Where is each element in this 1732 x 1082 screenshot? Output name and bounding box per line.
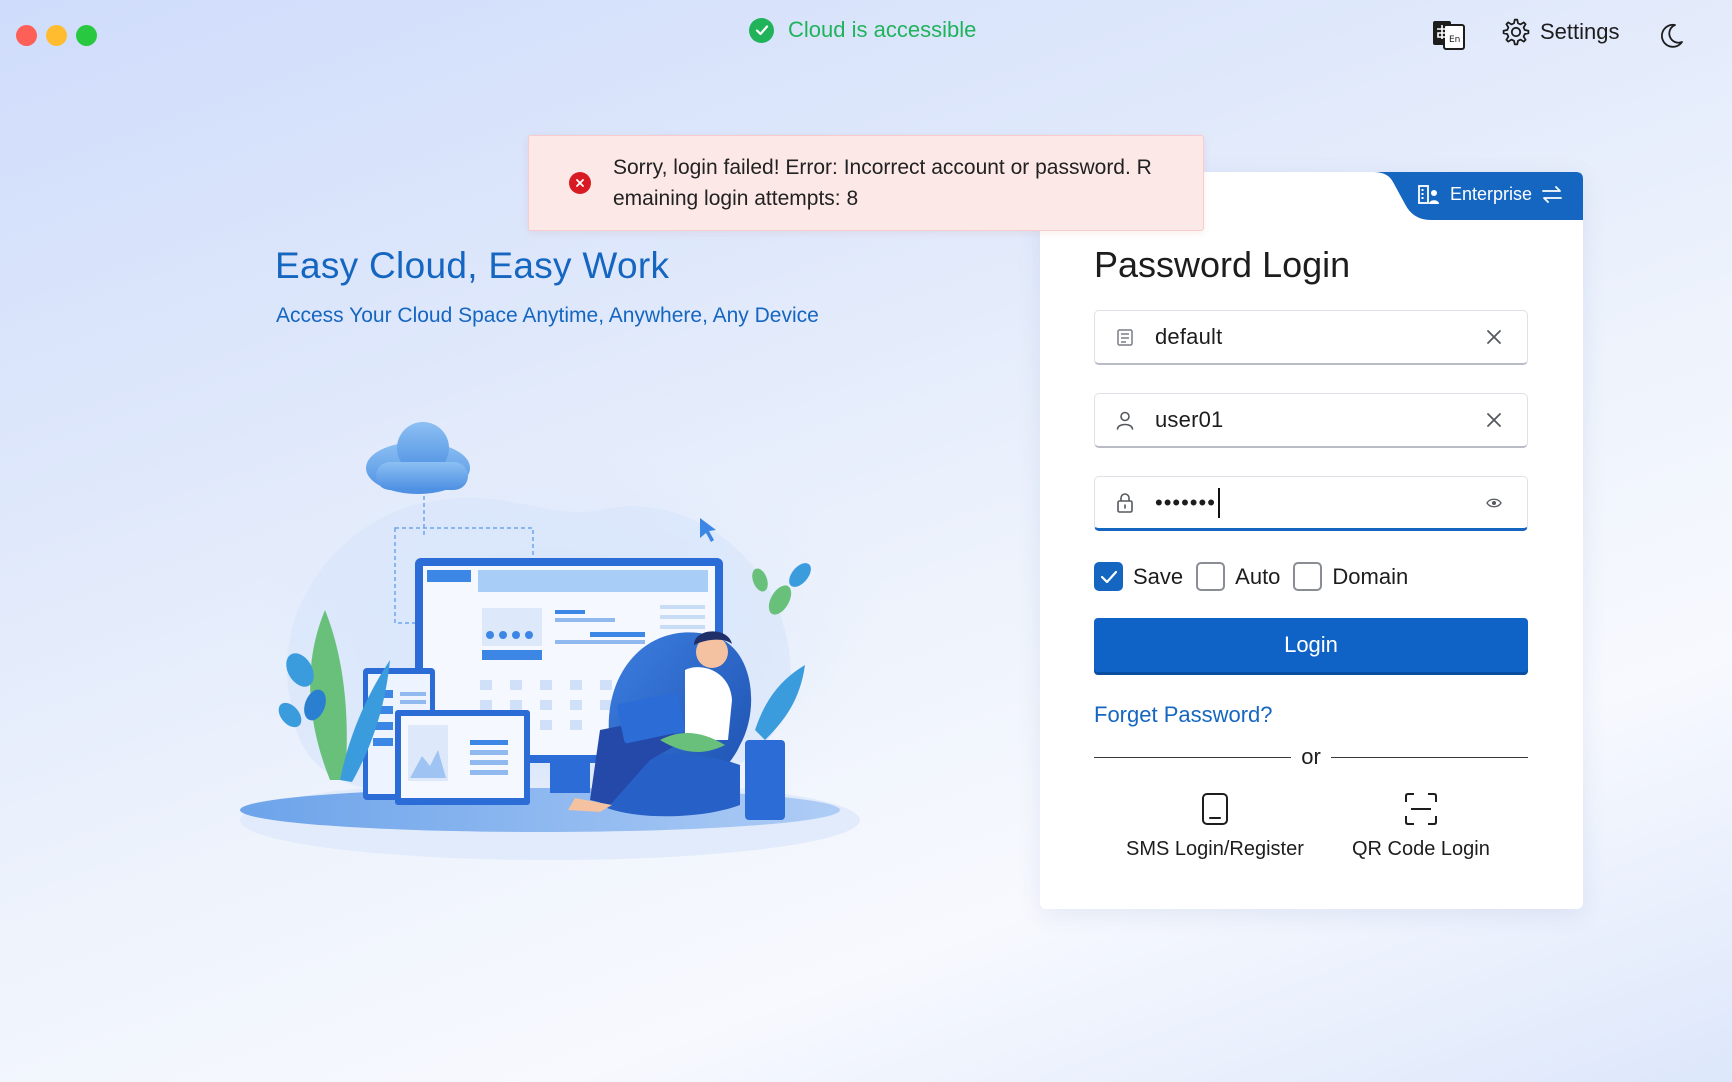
domain-checkbox-box[interactable] [1293, 562, 1323, 591]
domain-value: default [1155, 324, 1223, 349]
close-icon [1487, 413, 1501, 427]
eye-icon [1486, 498, 1502, 507]
maximize-window-button[interactable] [76, 25, 97, 46]
moon-icon [1661, 23, 1683, 48]
theme-toggle-button[interactable] [1656, 21, 1686, 51]
language-switch-button[interactable]: En [1432, 19, 1466, 51]
building-user-icon [1418, 184, 1439, 204]
forgot-password-link[interactable]: Forget Password? [1094, 702, 1273, 728]
login-button[interactable]: Login [1094, 618, 1528, 672]
window-controls [16, 25, 97, 46]
sms-login-label: SMS Login/Register [1126, 838, 1304, 860]
password-value: ••••••• [1155, 487, 1461, 518]
check-circle-icon [749, 17, 774, 43]
svg-text:En: En [1449, 35, 1460, 45]
text-caret [1217, 487, 1220, 518]
login-card: Enterprise Password Login default user01… [1040, 172, 1583, 909]
hero-title: Easy Cloud, Easy Work [275, 245, 670, 286]
qr-login-button[interactable]: QR Code Login [1352, 792, 1490, 861]
close-icon [1487, 330, 1501, 344]
or-divider: or [1094, 742, 1528, 772]
phone-icon [1201, 793, 1228, 825]
settings-button[interactable]: Settings [1502, 18, 1620, 46]
enterprise-label: Enterprise [1450, 184, 1533, 204]
save-checkbox[interactable]: Save [1094, 562, 1183, 591]
enterprise-mode-switch[interactable]: Enterprise [1373, 172, 1583, 220]
hero-subtitle: Access Your Cloud Space Anytime, Anywher… [276, 304, 819, 327]
reveal-password-button[interactable] [1461, 477, 1527, 528]
domain-label: Domain [1332, 563, 1409, 589]
qr-login-label: QR Code Login [1352, 838, 1490, 860]
server-icon [1095, 311, 1155, 363]
swap-arrows-icon [1542, 185, 1562, 203]
auto-label: Auto [1235, 563, 1281, 589]
minimize-window-button[interactable] [46, 25, 67, 46]
gear-icon [1502, 18, 1530, 46]
username-value: user01 [1155, 407, 1224, 432]
top-toolbar: En Settings [1432, 16, 1732, 56]
save-label: Save [1133, 563, 1184, 589]
qr-scan-icon [1404, 793, 1437, 825]
password-field[interactable]: ••••••• [1094, 476, 1528, 531]
error-message: Sorry, login failed! Error: Incorrect ac… [613, 156, 1152, 210]
save-checkbox-box[interactable] [1094, 562, 1123, 591]
or-text: or [1301, 744, 1321, 769]
settings-label: Settings [1540, 19, 1620, 44]
lock-icon [1095, 477, 1155, 528]
domain-field[interactable]: default [1094, 310, 1528, 365]
clear-username-button[interactable] [1461, 394, 1527, 446]
username-field[interactable]: user01 [1094, 393, 1528, 448]
hero-illustration [180, 400, 920, 870]
domain-checkbox[interactable]: Domain [1293, 562, 1408, 591]
auto-checkbox[interactable]: Auto [1196, 562, 1280, 591]
clear-domain-button[interactable] [1461, 311, 1527, 363]
card-title: Password Login [1094, 244, 1351, 285]
cloud-status: Cloud is accessible [749, 17, 976, 43]
user-icon [1095, 394, 1155, 446]
close-window-button[interactable] [16, 25, 37, 46]
auto-checkbox-box[interactable] [1196, 562, 1226, 591]
login-error-toast: Sorry, login failed! Error: Incorrect ac… [528, 135, 1204, 231]
password-mask: ••••••• [1155, 489, 1216, 515]
login-options: Save Auto Domain [1094, 562, 1421, 591]
language-switch-icon: En [1433, 21, 1465, 50]
error-circle-icon [569, 172, 591, 194]
cloud-status-text: Cloud is accessible [788, 17, 977, 42]
checkmark-icon [1100, 570, 1117, 583]
sms-login-button[interactable]: SMS Login/Register [1126, 792, 1304, 861]
